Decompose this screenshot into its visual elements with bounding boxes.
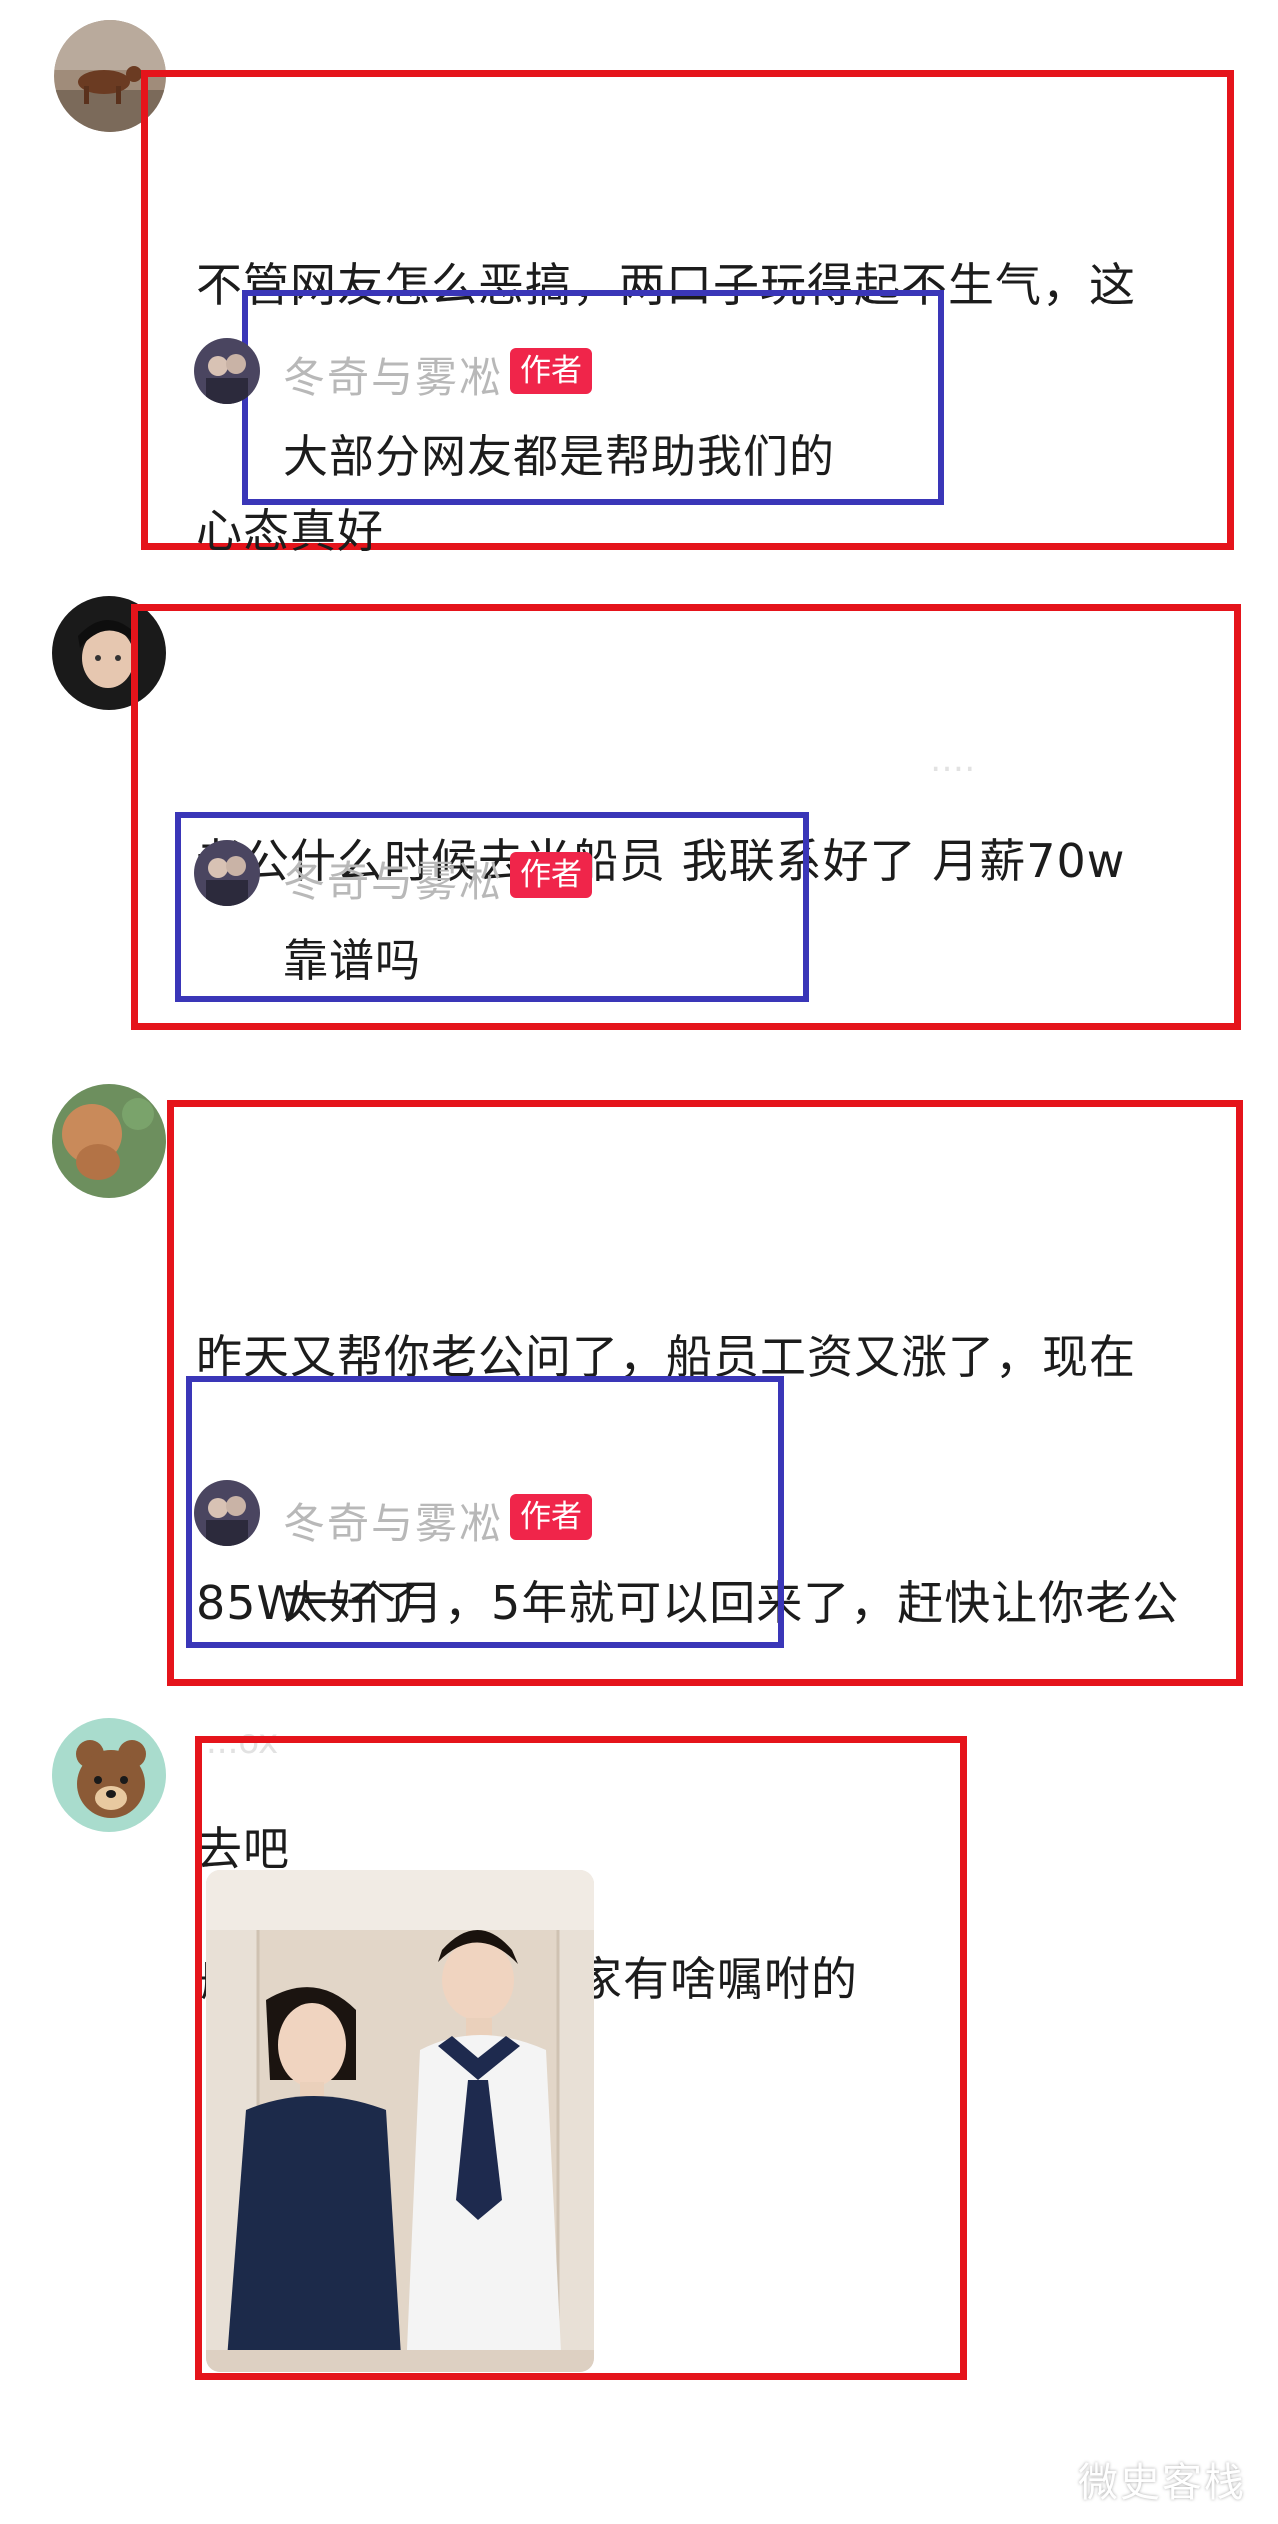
watermark: 微史客栈 (1078, 2460, 1246, 2506)
reply-text: 靠谱吗 (283, 934, 422, 987)
attached-photo[interactable] (206, 1870, 594, 2372)
author-avatar[interactable] (194, 1480, 260, 1546)
author-badge: 作者 (510, 852, 592, 898)
author-avatar[interactable] (194, 840, 260, 906)
reply-author-name[interactable]: 冬奇与雾凇 (283, 848, 503, 909)
author-badge: 作者 (510, 1494, 592, 1540)
commenter-avatar[interactable] (52, 1718, 166, 1832)
author-badge: 作者 (510, 348, 592, 394)
commenter-avatar[interactable] (52, 1084, 166, 1198)
reply-text: 太好了 (283, 1576, 422, 1629)
reply-text: 大部分网友都是帮助我们的 (283, 430, 836, 483)
author-avatar[interactable] (194, 338, 260, 404)
reply-author-name[interactable]: 冬奇与雾凇 (283, 1490, 503, 1551)
reply-author-name[interactable]: 冬奇与雾凇 (283, 344, 503, 405)
